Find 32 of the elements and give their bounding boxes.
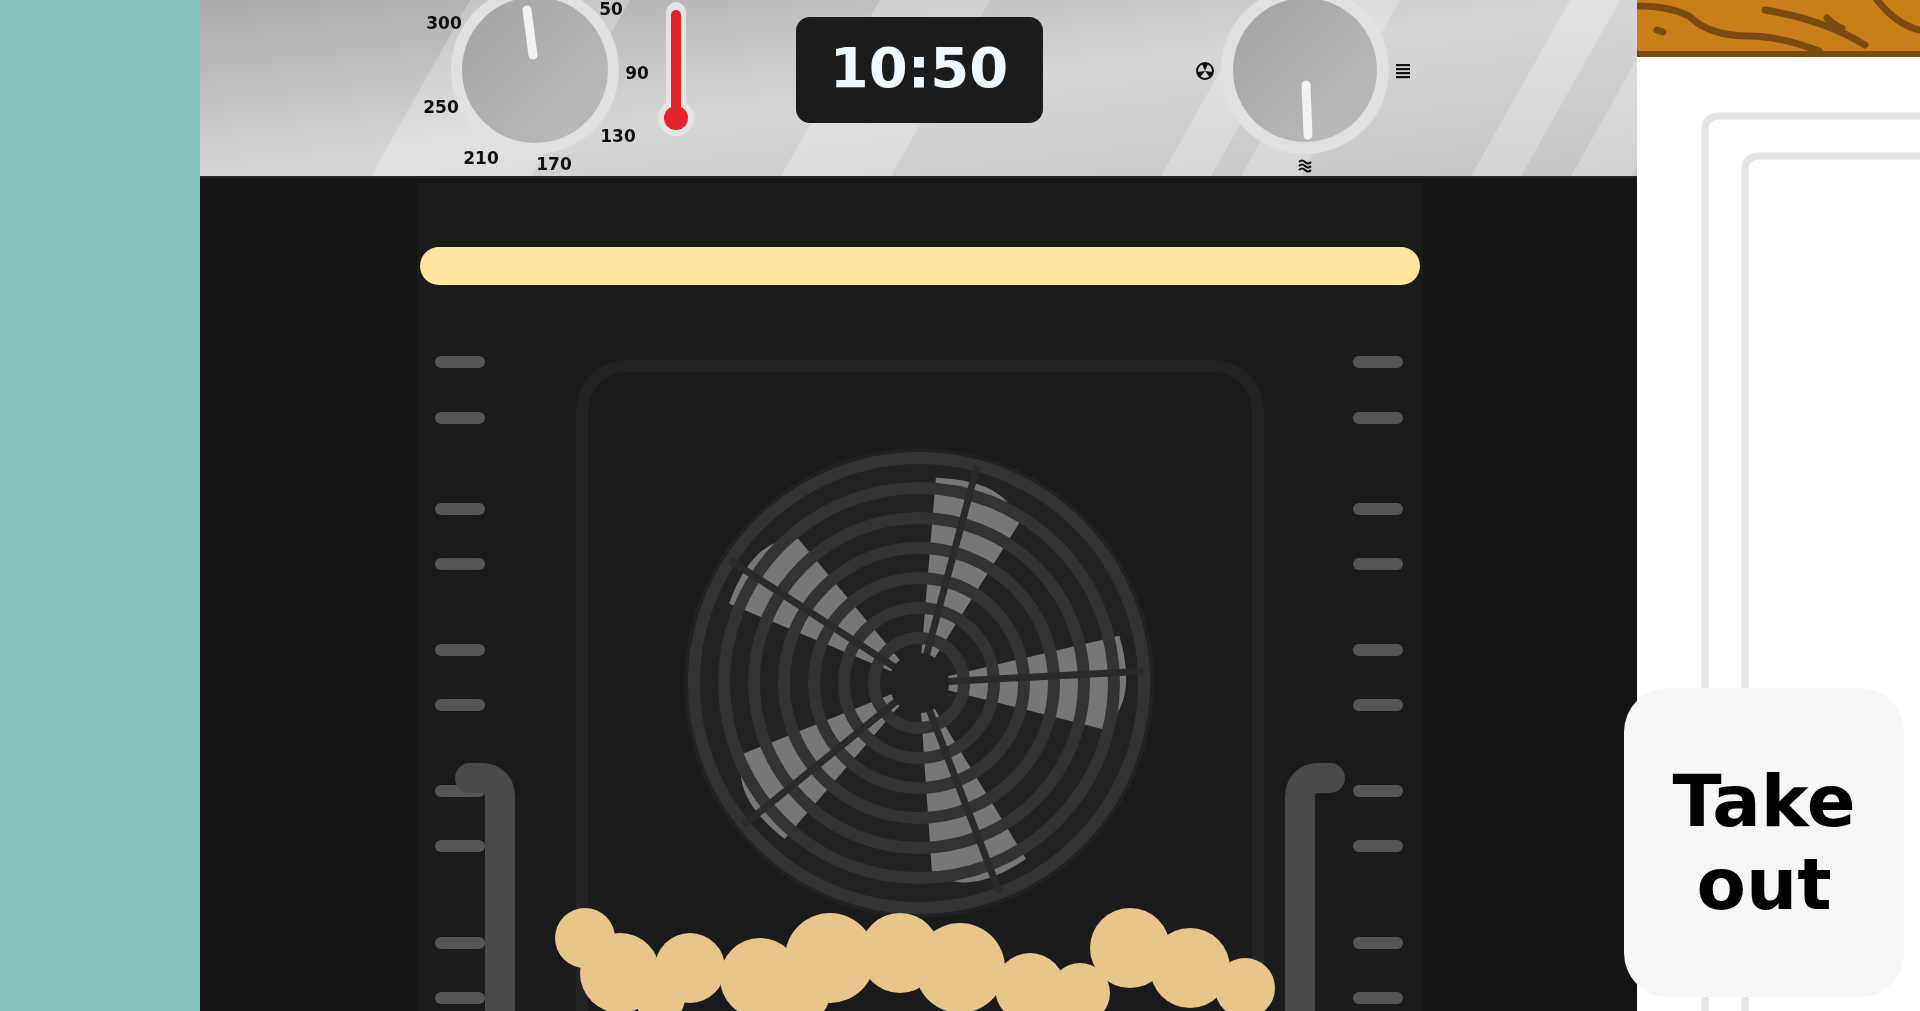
rack-rung	[1353, 503, 1403, 515]
temperature-label: 50	[599, 0, 623, 19]
rack-rung	[1353, 840, 1403, 852]
rack-rung	[1353, 785, 1403, 797]
rack-rung	[1353, 558, 1403, 570]
rack-rung	[435, 840, 485, 852]
temperature-label: 90	[625, 63, 649, 83]
rack-rung	[1353, 992, 1403, 1004]
rack-rung	[435, 699, 485, 711]
rack-rung	[435, 937, 485, 949]
waves-icon	[1298, 159, 1312, 173]
rack-rung	[435, 412, 485, 424]
rack-rung	[1353, 644, 1403, 656]
rack-rung	[1353, 937, 1403, 949]
temperature-label: 210	[463, 148, 499, 168]
fan-icon	[1196, 62, 1214, 80]
temperature-label: 130	[600, 126, 636, 146]
rack-rung	[435, 503, 485, 515]
rack-rung	[1353, 699, 1403, 711]
take-out-button[interactable]: Take out	[1624, 688, 1904, 997]
rack-rung	[435, 558, 485, 570]
rack-rung	[1353, 412, 1403, 424]
rack-rung	[1353, 356, 1403, 368]
clock-time: 10:50	[829, 35, 1009, 101]
lines-icon	[1396, 64, 1410, 79]
mode-dial[interactable]	[1221, 0, 1389, 154]
rack-rung	[435, 356, 485, 368]
rack-rung	[435, 992, 485, 1004]
rack-rung	[435, 644, 485, 656]
temperature-label: 170	[536, 154, 572, 174]
temperature-label: 250	[423, 97, 459, 117]
temperature-label: 300	[426, 13, 462, 33]
